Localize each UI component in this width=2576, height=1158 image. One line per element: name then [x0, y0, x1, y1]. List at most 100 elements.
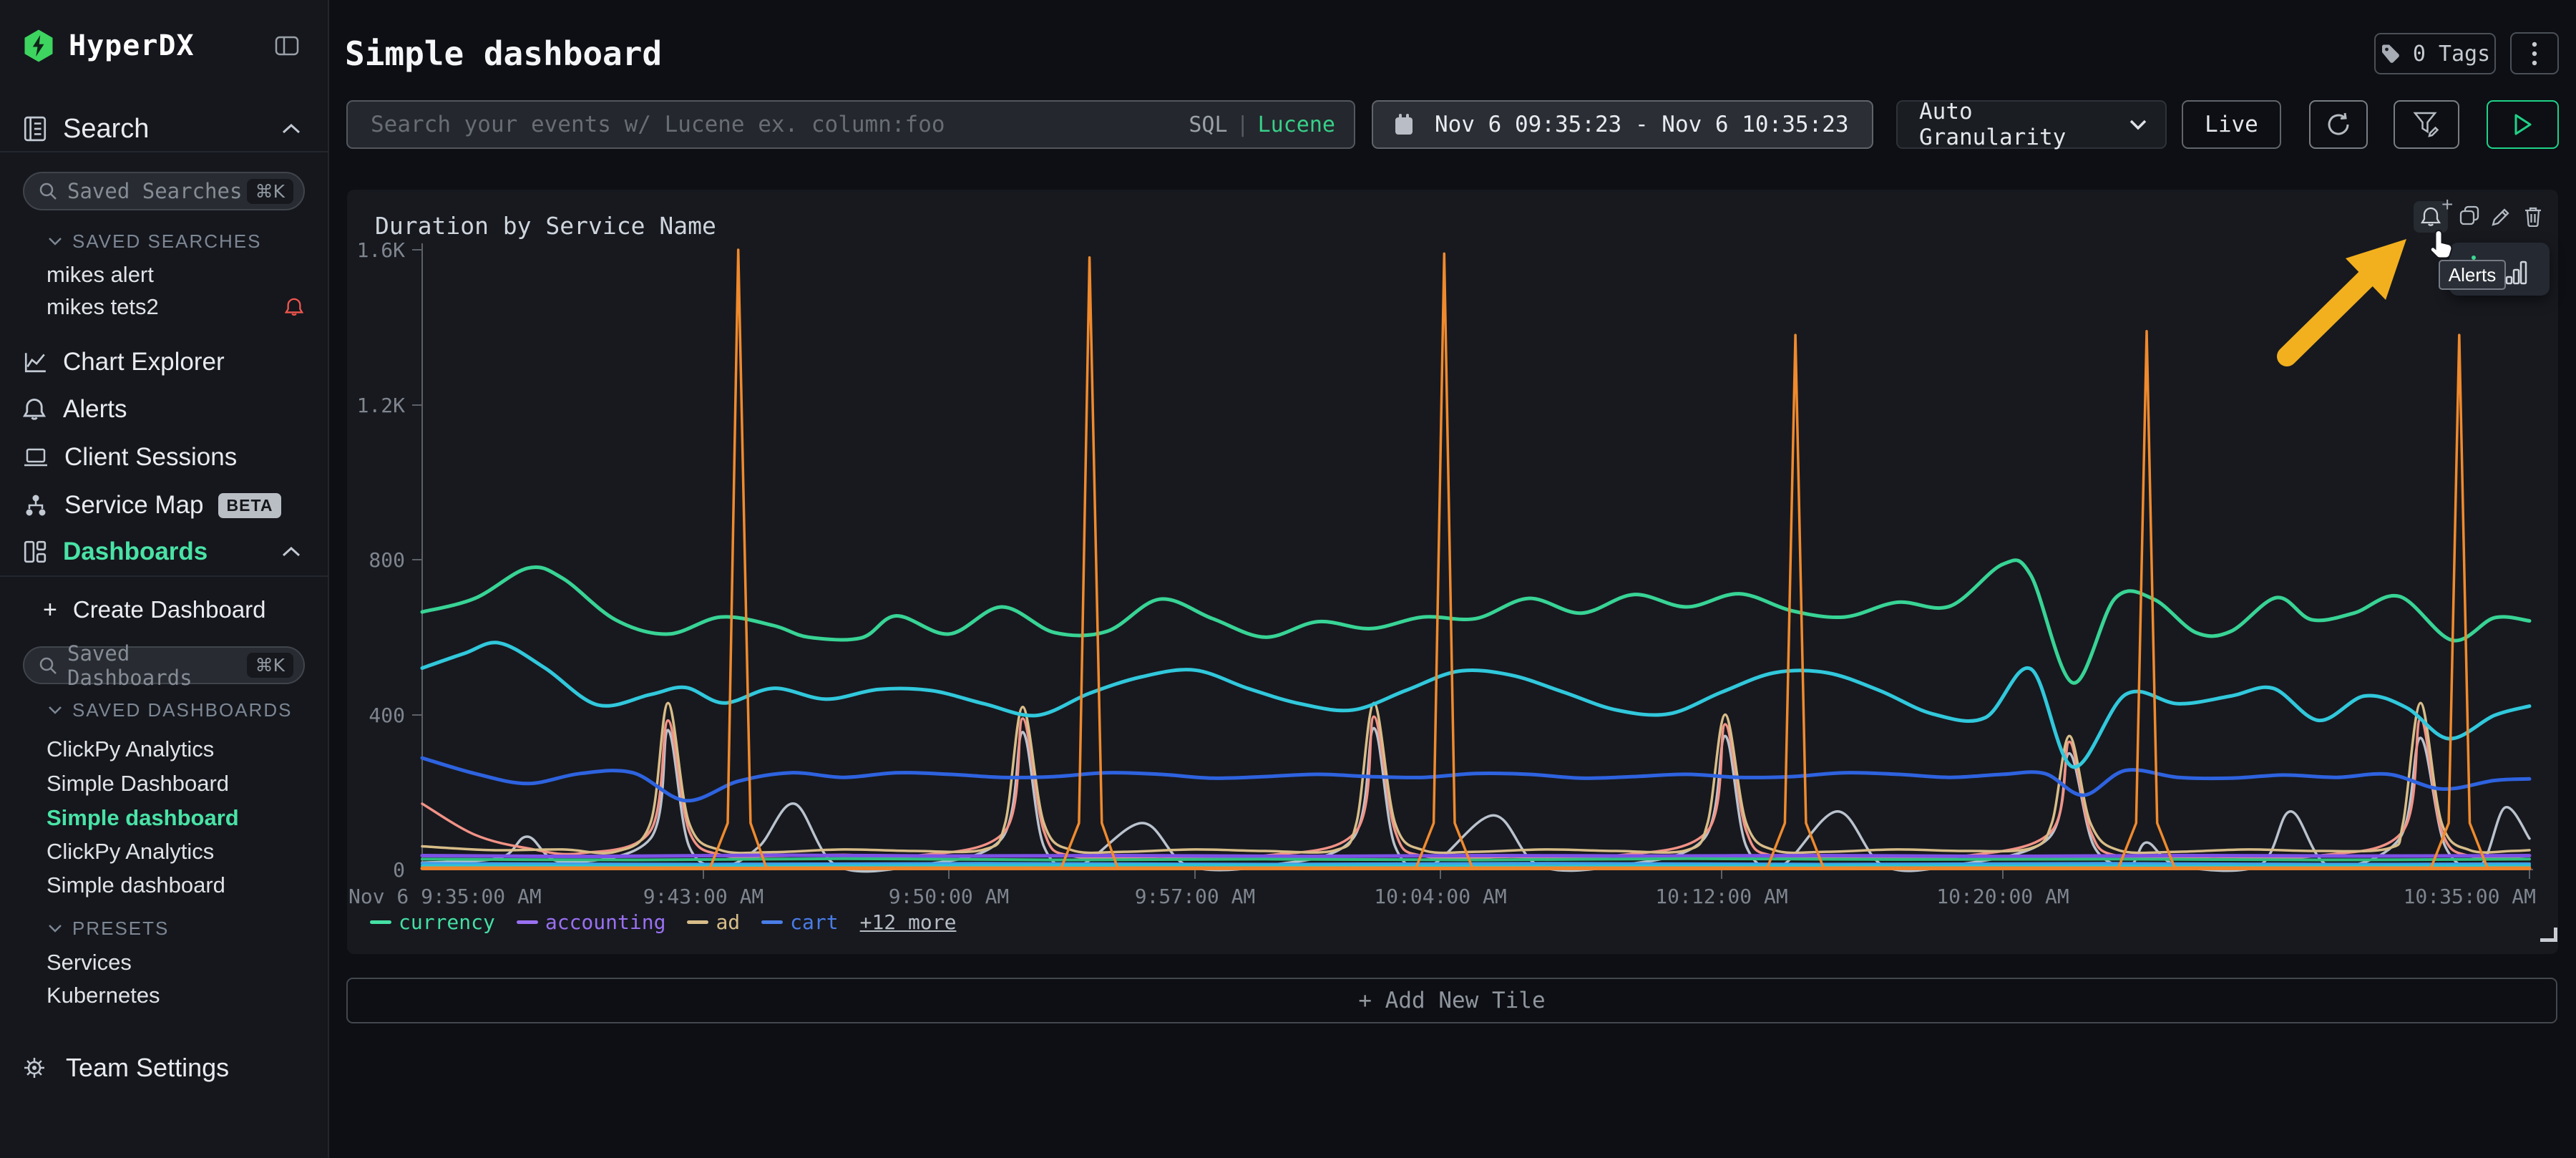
kebab-menu-button[interactable]: [2510, 32, 2559, 74]
refresh-icon: [2324, 110, 2353, 139]
legend-more-link[interactable]: +12 more: [860, 910, 957, 934]
time-range-picker[interactable]: Nov 6 09:35:23 - Nov 6 10:35:23: [1372, 100, 1873, 149]
beta-badge: BETA: [218, 493, 282, 518]
sidebar-item-label: Client Sessions: [64, 443, 237, 472]
chevron-up-icon: [282, 123, 301, 135]
presets-header[interactable]: PRESETS: [0, 911, 329, 945]
bell-icon: [23, 397, 46, 422]
legend-dash: [370, 920, 391, 924]
section-header-label: SAVED DASHBOARDS: [72, 699, 292, 721]
divider: [0, 151, 329, 152]
saved-search-label: mikes tets2: [47, 294, 159, 320]
language-separator: |: [1236, 112, 1249, 137]
shortcut-badge: ⌘K: [247, 179, 293, 204]
saved-dashboard-label: Simple Dashboard: [47, 771, 229, 797]
saved-dashboard-item[interactable]: ClickPy Analytics: [0, 732, 329, 767]
preset-label: Services: [47, 950, 132, 975]
add-new-tile-button[interactable]: + Add New Tile: [346, 978, 2557, 1023]
sidebar-item-client-sessions[interactable]: Client Sessions: [0, 440, 329, 475]
sidebar-item-label: Chart Explorer: [63, 348, 225, 376]
live-button[interactable]: Live: [2182, 100, 2281, 149]
duplicate-icon[interactable]: [2459, 205, 2480, 226]
saved-dashboard-label: ClickPy Analytics: [47, 736, 214, 762]
logo-row[interactable]: HyperDX: [0, 29, 329, 63]
event-search-input[interactable]: Search your events w/ Lucene ex. column:…: [346, 100, 1355, 149]
preset-item[interactable]: Services: [0, 945, 329, 980]
lucene-toggle[interactable]: Lucene: [1258, 112, 1335, 137]
alert-bell-icon: [285, 297, 303, 317]
saved-dashboard-item[interactable]: Simple dashboard: [0, 868, 329, 902]
team-settings-button[interactable]: Team Settings: [0, 1051, 329, 1085]
tile-title: Duration by Service Name: [375, 212, 716, 240]
preset-label: Kubernetes: [47, 983, 160, 1008]
create-dashboard-button[interactable]: + Create Dashboard: [0, 593, 329, 627]
alerts-label: Alerts: [2449, 264, 2496, 286]
add-new-tile-label: + Add New Tile: [1358, 988, 1545, 1013]
bar-chart-icon: [2505, 260, 2528, 286]
saved-searches-header[interactable]: SAVED SEARCHES: [0, 224, 329, 258]
preset-item[interactable]: Kubernetes: [0, 978, 329, 1013]
sidebar-item-search[interactable]: Search: [0, 112, 329, 146]
input-placeholder: Saved Searches: [67, 179, 242, 203]
search-icon: [39, 656, 57, 675]
delete-trash-icon[interactable]: [2523, 205, 2543, 227]
chevron-down-icon: [2129, 120, 2147, 130]
sql-toggle[interactable]: SQL: [1189, 112, 1227, 137]
tags-button[interactable]: 0 Tags: [2374, 33, 2496, 74]
saved-dashboards-header[interactable]: SAVED DASHBOARDS: [0, 693, 329, 727]
search-section-icon: [23, 116, 47, 142]
create-dashboard-label: Create Dashboard: [73, 596, 266, 623]
saved-dashboard-label: Simple dashboard: [47, 805, 239, 831]
filter-edit-icon: [2412, 110, 2441, 139]
sidebar-item-alerts[interactable]: Alerts: [0, 392, 329, 427]
alerts-menu-item[interactable]: Alerts: [2439, 260, 2506, 290]
hyperdx-app: HyperDX Search Saved Searches ⌘K: [0, 0, 2576, 1158]
tags-count-label: 0 Tags: [2413, 42, 2490, 67]
filter-button[interactable]: [2394, 100, 2459, 149]
team-settings-label: Team Settings: [66, 1053, 229, 1083]
calendar-icon: [1393, 113, 1415, 136]
saved-dashboard-item[interactable]: ClickPy Analytics: [0, 835, 329, 869]
kebab-icon: [2532, 41, 2537, 67]
edit-pencil-icon[interactable]: [2491, 205, 2512, 227]
gear-icon: [21, 1055, 47, 1081]
legend-item[interactable]: ad: [687, 910, 740, 934]
shortcut-badge: ⌘K: [247, 653, 293, 678]
tile-resize-handle[interactable]: [2540, 928, 2557, 942]
run-query-button[interactable]: [2487, 100, 2559, 149]
legend-label: accounting: [545, 910, 666, 934]
granularity-select[interactable]: Auto Granularity: [1896, 100, 2167, 149]
dashboard-tile[interactable]: [347, 190, 2558, 954]
input-placeholder: Saved Dashboards: [67, 641, 247, 690]
saved-search-item[interactable]: mikes tets2: [0, 290, 329, 324]
saved-search-item[interactable]: mikes alert: [0, 258, 329, 292]
saved-searches-input[interactable]: Saved Searches ⌘K: [23, 172, 305, 210]
legend-item[interactable]: currency: [370, 910, 495, 934]
plus-icon: +: [2441, 193, 2453, 216]
saved-dashboard-item-active[interactable]: Simple dashboard: [0, 801, 329, 835]
chart-line-icon: [23, 350, 47, 374]
hyperdx-logo-icon: [21, 29, 56, 63]
sidebar-collapse-icon[interactable]: [275, 36, 299, 56]
saved-search-label: mikes alert: [47, 262, 154, 288]
refresh-button[interactable]: [2309, 100, 2368, 149]
plus-icon: +: [43, 596, 57, 624]
bell-plus-icon: [2421, 206, 2441, 228]
saved-dashboard-item[interactable]: Simple Dashboard: [0, 767, 329, 801]
search-placeholder: Search your events w/ Lucene ex. column:…: [371, 112, 945, 137]
saved-dashboards-input[interactable]: Saved Dashboards ⌘K: [23, 646, 305, 684]
laptop-icon: [23, 446, 49, 469]
chevron-down-icon: [48, 237, 62, 245]
sidebar-item-label: Alerts: [63, 395, 127, 424]
sidebar-item-label: Dashboards: [63, 537, 208, 566]
sidebar-item-chart-explorer[interactable]: Chart Explorer: [0, 345, 329, 379]
sidebar-item-dashboards[interactable]: Dashboards: [0, 535, 329, 569]
legend-item[interactable]: cart: [761, 910, 838, 934]
sidebar-item-service-map[interactable]: Service Map BETA: [0, 488, 329, 522]
legend-dash: [687, 920, 708, 924]
legend-item[interactable]: accounting: [517, 910, 666, 934]
sidebar-item-label: Service Map: [64, 491, 204, 520]
section-header-label: SAVED SEARCHES: [72, 230, 261, 253]
app-title: HyperDX: [69, 29, 195, 62]
alerts-tooltip-card: Alerts: [2449, 243, 2550, 296]
